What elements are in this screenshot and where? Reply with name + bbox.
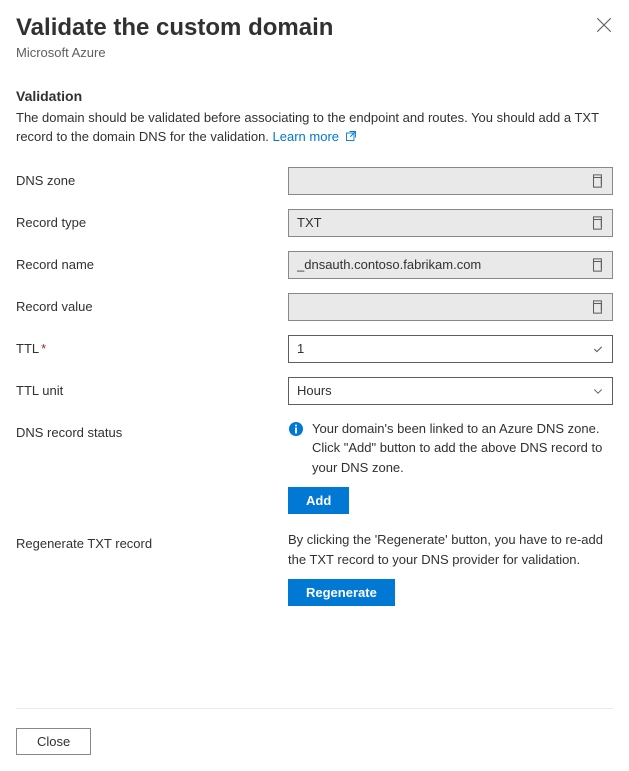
panel-footer: Close (16, 728, 91, 755)
record-name-input: _dnsauth.contoso.fabrikam.com (288, 251, 613, 279)
copy-icon[interactable] (590, 174, 604, 188)
validation-heading: Validation (16, 88, 613, 104)
chevron-down-icon (592, 385, 604, 397)
dns-status-text: Your domain's been linked to an Azure DN… (312, 419, 613, 478)
panel-header: Validate the custom domain Microsoft Azu… (16, 14, 613, 60)
field-ttl-unit: TTL unit Hours (16, 377, 613, 405)
record-value-input (288, 293, 613, 321)
checkmark-icon (592, 343, 604, 355)
record-type-label: Record type (16, 209, 288, 230)
record-value-label: Record value (16, 293, 288, 314)
field-record-name: Record name _dnsauth.contoso.fabrikam.co… (16, 251, 613, 279)
field-dns-status: DNS record status Your domain's been lin… (16, 419, 613, 515)
info-icon (288, 421, 304, 437)
dns-status-label: DNS record status (16, 419, 288, 440)
field-record-type: Record type TXT (16, 209, 613, 237)
field-record-value: Record value (16, 293, 613, 321)
copy-icon[interactable] (590, 216, 604, 230)
add-button[interactable]: Add (288, 487, 349, 514)
required-indicator: * (41, 341, 46, 356)
close-icon[interactable] (595, 16, 613, 34)
copy-icon[interactable] (590, 300, 604, 314)
field-ttl: TTL* 1 (16, 335, 613, 363)
ttl-select[interactable]: 1 (288, 335, 613, 363)
regenerate-label: Regenerate TXT record (16, 530, 288, 551)
close-button[interactable]: Close (16, 728, 91, 755)
ttl-label: TTL* (16, 335, 288, 356)
dns-zone-label: DNS zone (16, 167, 288, 188)
validation-description: The domain should be validated before as… (16, 108, 613, 147)
regenerate-description: By clicking the 'Regenerate' button, you… (288, 530, 613, 569)
learn-more-link[interactable]: Learn more (273, 129, 357, 144)
field-regenerate: Regenerate TXT record By clicking the 'R… (16, 530, 613, 606)
ttl-unit-select[interactable]: Hours (288, 377, 613, 405)
page-title: Validate the custom domain (16, 14, 613, 43)
dns-zone-input (288, 167, 613, 195)
copy-icon[interactable] (590, 258, 604, 272)
record-type-input: TXT (288, 209, 613, 237)
ttl-unit-label: TTL unit (16, 377, 288, 398)
field-dns-zone: DNS zone (16, 167, 613, 195)
record-name-label: Record name (16, 251, 288, 272)
dns-status-info: Your domain's been linked to an Azure DN… (288, 419, 613, 478)
regenerate-button[interactable]: Regenerate (288, 579, 395, 606)
page-subtitle: Microsoft Azure (16, 45, 613, 60)
validation-section: Validation The domain should be validate… (16, 88, 613, 147)
footer-separator (16, 708, 613, 709)
